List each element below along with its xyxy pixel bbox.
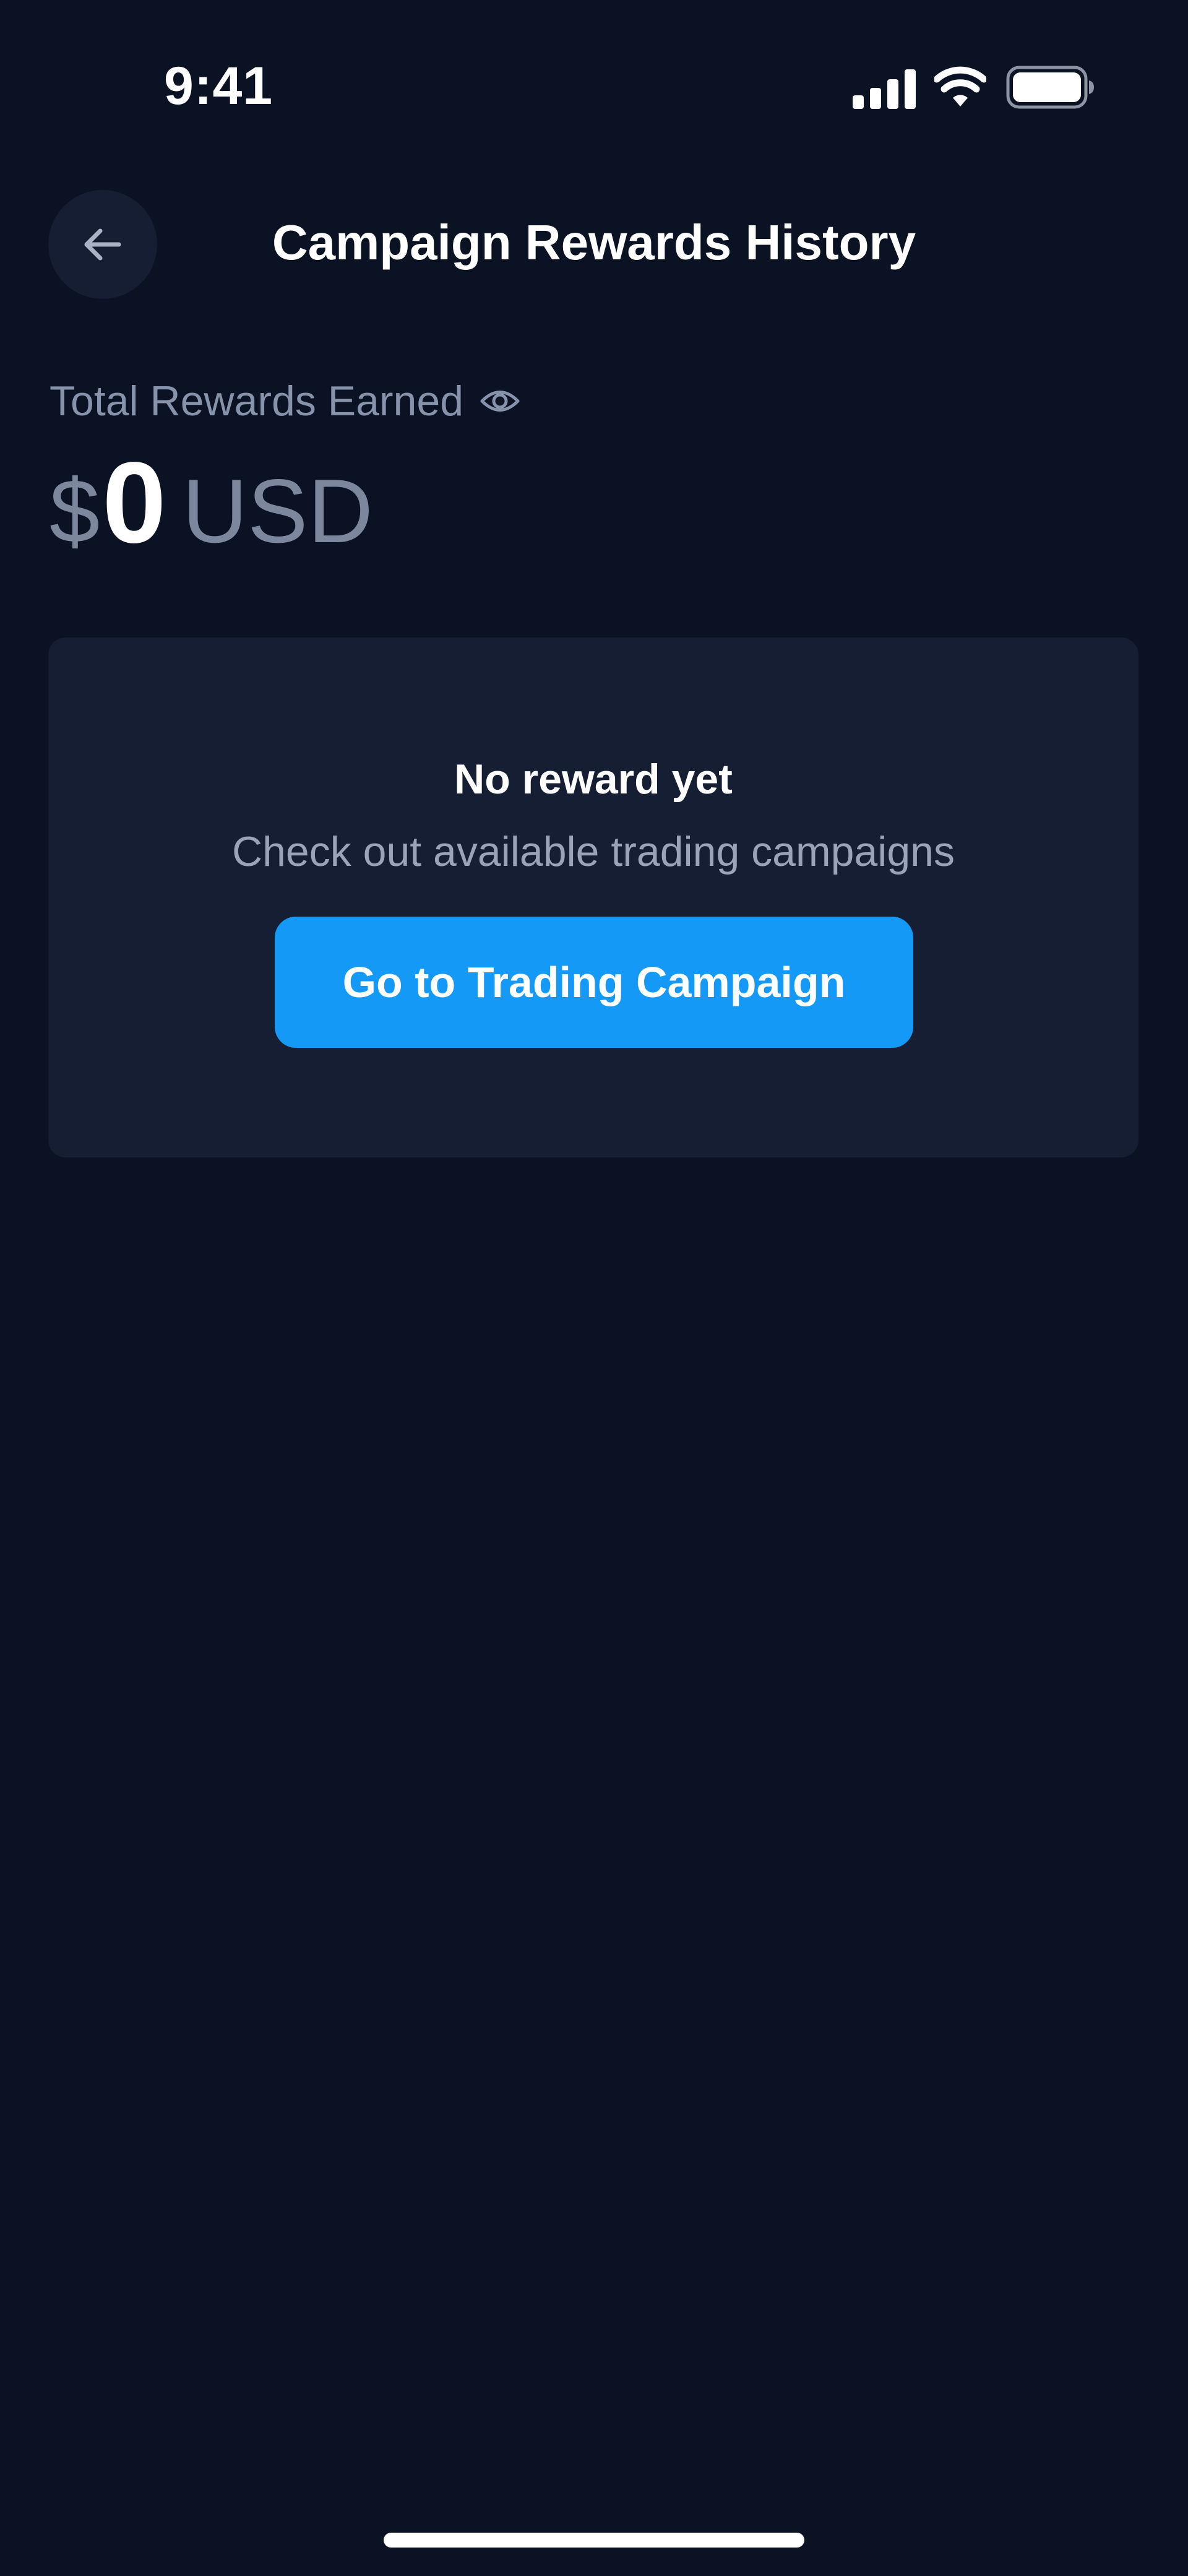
empty-state-title: No reward yet: [454, 756, 733, 803]
eye-icon[interactable]: [480, 381, 520, 421]
page-title: Campaign Rewards History: [272, 215, 916, 270]
signal-icon: [853, 69, 916, 109]
go-to-trading-campaign-button[interactable]: Go to Trading Campaign: [275, 917, 913, 1048]
currency-code: USD: [182, 460, 373, 561]
status-time: 9:41: [164, 56, 273, 116]
total-rewards-label-row: Total Rewards Earned: [50, 376, 520, 426]
empty-state-subtitle: Check out available trading campaigns: [231, 828, 955, 875]
status-icons: [848, 66, 1095, 113]
currency-symbol: $: [50, 460, 100, 561]
home-indicator[interactable]: [384, 2533, 804, 2548]
wifi-icon: [934, 66, 986, 106]
total-rewards-label: Total Rewards Earned: [50, 378, 464, 425]
battery-icon: [1006, 66, 1094, 109]
amount-value: 0: [102, 439, 166, 567]
total-rewards-amount: $ 0 USD: [50, 446, 373, 569]
empty-state-card: No reward yet Check out available tradin…: [48, 638, 1138, 1157]
